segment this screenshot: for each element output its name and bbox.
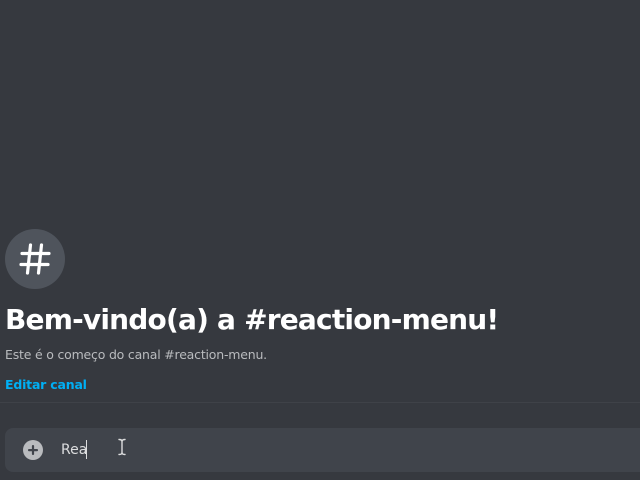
text-caret — [86, 440, 87, 459]
hashtag-icon — [19, 243, 51, 275]
divider — [0, 402, 640, 403]
attach-button[interactable] — [23, 440, 43, 460]
edit-channel-link[interactable]: Editar canal — [5, 376, 87, 394]
message-composer — [5, 428, 640, 472]
channel-hashtag-avatar — [5, 229, 65, 289]
welcome-title: Bem-vindo(a) a #reaction-menu! — [5, 303, 499, 336]
channel-view: Bem-vindo(a) a #reaction-menu! Este é o … — [0, 0, 640, 480]
ibeam-cursor-icon — [118, 438, 126, 456]
message-input[interactable] — [61, 428, 581, 472]
welcome-subtitle: Este é o começo do canal #reaction-menu. — [5, 347, 267, 362]
plus-circle-icon — [23, 440, 43, 460]
